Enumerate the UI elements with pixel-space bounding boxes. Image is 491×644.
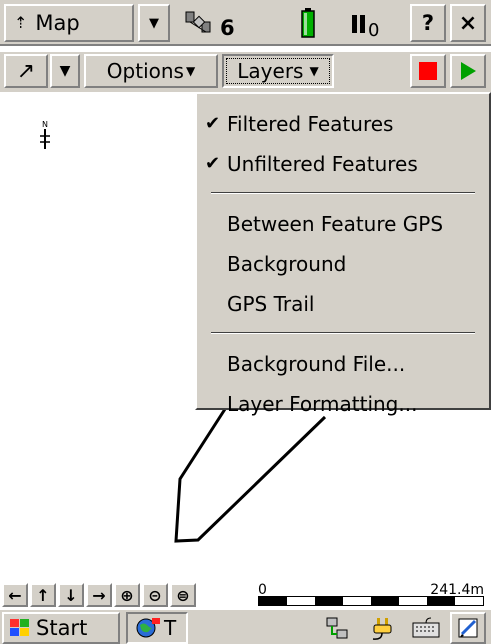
menu-separator: [211, 332, 475, 334]
start-label: Start: [36, 616, 88, 640]
map-view-label: Map: [35, 11, 80, 35]
menu-item-label: Filtered Features: [227, 112, 394, 136]
menu-item-label: Background: [227, 252, 347, 276]
menu-item-filtered-features[interactable]: ✔ Filtered Features: [197, 104, 489, 144]
play-icon: [461, 62, 476, 80]
satellite-status[interactable]: 6: [178, 4, 260, 42]
check-icon: ✔: [205, 153, 221, 174]
map-view-button[interactable]: ⇡ Map: [4, 4, 134, 42]
menu-item-background-file[interactable]: Background File...: [197, 344, 489, 384]
pan-down-button[interactable]: ↓: [58, 583, 84, 607]
zoom-out-button[interactable]: ⊝: [142, 583, 168, 607]
windows-flag-icon: [10, 619, 29, 636]
help-button[interactable]: ?: [410, 4, 446, 42]
menu-item-label: Unfiltered Features: [227, 152, 418, 176]
menu-item-label: Between Feature GPS: [227, 212, 444, 236]
menu-item-background[interactable]: Background: [197, 244, 489, 284]
menu-item-label: Background File...: [227, 352, 406, 376]
top-status-bar: ⇡ Map ▼ 6 0 ? ×: [0, 0, 491, 46]
satellite-count: 6: [220, 16, 235, 40]
signal-count: 0: [368, 19, 380, 41]
keyboard-icon[interactable]: [411, 615, 441, 641]
notes-icon: [458, 618, 478, 638]
pan-up-button[interactable]: ↑: [30, 583, 56, 607]
chevron-down-icon: ▼: [149, 15, 159, 31]
stop-button[interactable]: [410, 54, 446, 88]
stop-icon: [419, 62, 437, 80]
connectivity-icon[interactable]: [325, 614, 355, 642]
layers-label: Layers: [237, 59, 304, 83]
menu-item-between-feature-gps[interactable]: Between Feature GPS: [197, 204, 489, 244]
pan-left-button[interactable]: ←: [2, 583, 28, 607]
menu-item-unfiltered-features[interactable]: ✔ Unfiltered Features: [197, 144, 489, 184]
battery-icon: [301, 8, 315, 38]
chevron-down-icon: ▼: [185, 64, 196, 78]
select-tool-button[interactable]: ↗: [4, 54, 48, 88]
map-toolbar: ↗ ▼ Options ▼ Layers ▼: [0, 52, 491, 92]
running-app-label: T: [164, 616, 177, 640]
zoom-in-button[interactable]: ⊕: [114, 583, 140, 607]
layers-menu-button[interactable]: Layers ▼: [222, 54, 334, 88]
menu-item-layer-formatting[interactable]: Layer Formatting...: [197, 384, 489, 424]
options-label: Options: [106, 59, 184, 83]
chevron-down-icon: ▼: [59, 63, 71, 79]
pan-right-button[interactable]: →: [86, 583, 112, 607]
running-app-button[interactable]: T: [126, 612, 188, 644]
signal-icon: [352, 15, 365, 33]
north-arrow-small-icon: ⇡: [14, 13, 28, 32]
satellite-icon: [185, 11, 211, 33]
globe-icon: [136, 618, 160, 638]
taskbar: Start T: [0, 608, 491, 644]
tool-dropdown[interactable]: ▼: [50, 54, 80, 88]
check-icon: ✔: [205, 113, 221, 134]
battery-status[interactable]: [290, 4, 326, 42]
chevron-down-icon: ▼: [309, 64, 319, 78]
play-button[interactable]: [450, 54, 486, 88]
options-menu-button[interactable]: Options ▼: [84, 54, 218, 88]
scale-bar: 0 241.4m: [258, 582, 488, 608]
scale-graphic: [258, 596, 484, 606]
menu-separator: [211, 192, 475, 194]
start-button[interactable]: Start: [2, 612, 120, 644]
menu-item-label: Layer Formatting...: [227, 392, 418, 416]
map-view-dropdown[interactable]: ▼: [138, 4, 170, 42]
zoom-extents-button[interactable]: ⊜: [170, 583, 196, 607]
layers-dropdown-menu: ✔ Filtered Features ✔ Unfiltered Feature…: [195, 92, 491, 416]
system-tray: [318, 612, 448, 644]
notes-button[interactable]: [450, 612, 486, 644]
map-navigation-bar: ← ↑ ↓ → ⊕ ⊝ ⊜ 0 241.4m: [0, 582, 491, 608]
close-button[interactable]: ×: [450, 4, 486, 42]
menu-item-label: GPS Trail: [227, 292, 315, 316]
power-plug-icon[interactable]: [369, 614, 397, 642]
signal-status[interactable]: 0: [350, 4, 406, 42]
menu-item-gps-trail[interactable]: GPS Trail: [197, 284, 489, 324]
